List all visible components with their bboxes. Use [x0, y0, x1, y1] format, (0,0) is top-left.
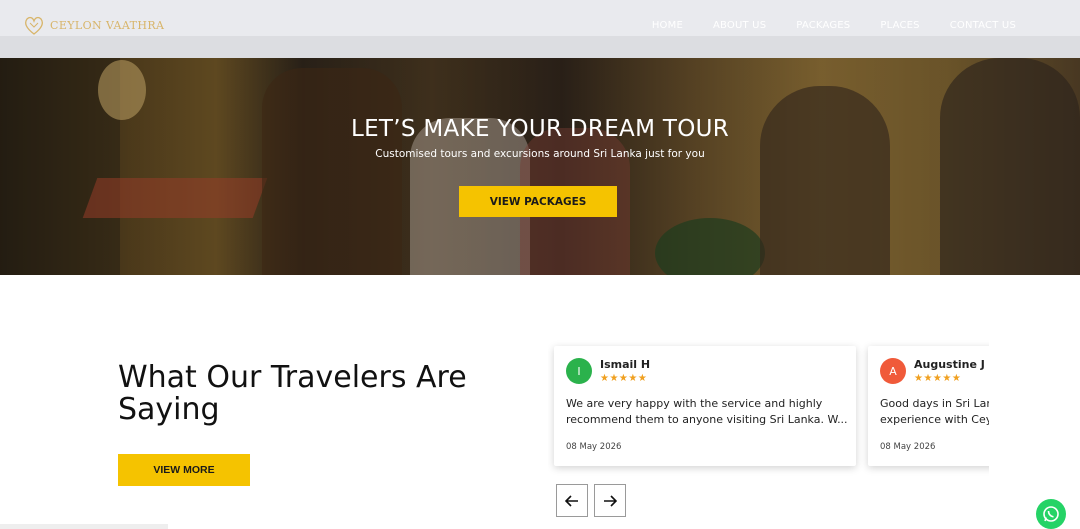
review-text-line: recommend them to anyone visiting Sri La… [566, 413, 848, 426]
view-more-button[interactable]: VIEW MORE [118, 454, 250, 486]
review-date: 08 May 2026 [880, 442, 936, 452]
hero-window-1 [760, 86, 890, 275]
carousel-next-button[interactable] [594, 484, 626, 517]
avatar-initial: I [577, 364, 581, 378]
nav-packages[interactable]: PACKAGES [796, 20, 850, 31]
hero-title: LET’S MAKE YOUR DREAM TOUR [350, 116, 730, 142]
logo-text: CEYLON VAATHRA [50, 18, 165, 32]
review-card[interactable]: A Augustine J ★★★★★ Good days in Sri Lan… [868, 346, 989, 466]
avatar-initial: A [889, 364, 897, 378]
star-rating-icon: ★★★★★ [914, 373, 962, 384]
review-date: 08 May 2026 [566, 442, 622, 452]
hero-window-2 [940, 58, 1080, 275]
whatsapp-icon [1043, 506, 1059, 522]
arrow-left-icon [565, 494, 578, 507]
arrow-right-icon [604, 494, 617, 507]
review-text: We are very happy with the service and h… [566, 396, 848, 428]
reviewer-name: Augustine J [914, 358, 985, 371]
nav-contact-us[interactable]: CONTACT US [950, 20, 1016, 31]
avatar: A [880, 358, 906, 384]
footer-edge [0, 524, 168, 529]
review-text-line: experience with Ceylon [880, 413, 989, 426]
hero-traveler-1 [262, 68, 402, 275]
nav-places[interactable]: PLACES [880, 20, 919, 31]
site-header: CEYLON VAATHRA HOME ABOUT US PACKAGES PL… [0, 0, 1080, 58]
testimonial-carousel: I Ismail H ★★★★★ We are very happy with … [548, 340, 989, 480]
review-text-line: We are very happy with the service and h… [566, 397, 823, 410]
hero-awning [82, 178, 268, 218]
avatar: I [566, 358, 592, 384]
hero-sign [98, 60, 146, 120]
whatsapp-button[interactable] [1036, 499, 1066, 529]
star-rating-icon: ★★★★★ [600, 373, 648, 384]
review-text-line: Good days in Sri Lanka [880, 397, 989, 410]
hero-banner: LET’S MAKE YOUR DREAM TOUR Customised to… [0, 58, 1080, 275]
view-packages-button[interactable]: VIEW PACKAGES [459, 186, 617, 217]
nav-about-us[interactable]: ABOUT US [713, 20, 766, 31]
logo-icon [25, 16, 43, 35]
hero-bush [655, 218, 765, 275]
review-card[interactable]: I Ismail H ★★★★★ We are very happy with … [554, 346, 856, 466]
hero-subtitle: Customised tours and excursions around S… [375, 148, 705, 160]
nav-home[interactable]: HOME [652, 20, 683, 31]
main-nav: HOME ABOUT US PACKAGES PLACES CONTACT US [652, 20, 1016, 31]
review-text: Good days in Sri Lanka experience with C… [880, 396, 989, 428]
carousel-prev-button[interactable] [556, 484, 588, 517]
reviewer-name: Ismail H [600, 358, 651, 371]
logo[interactable]: CEYLON VAATHRA [22, 14, 164, 36]
testimonials-title: What Our Travelers Are Saying [118, 360, 467, 427]
